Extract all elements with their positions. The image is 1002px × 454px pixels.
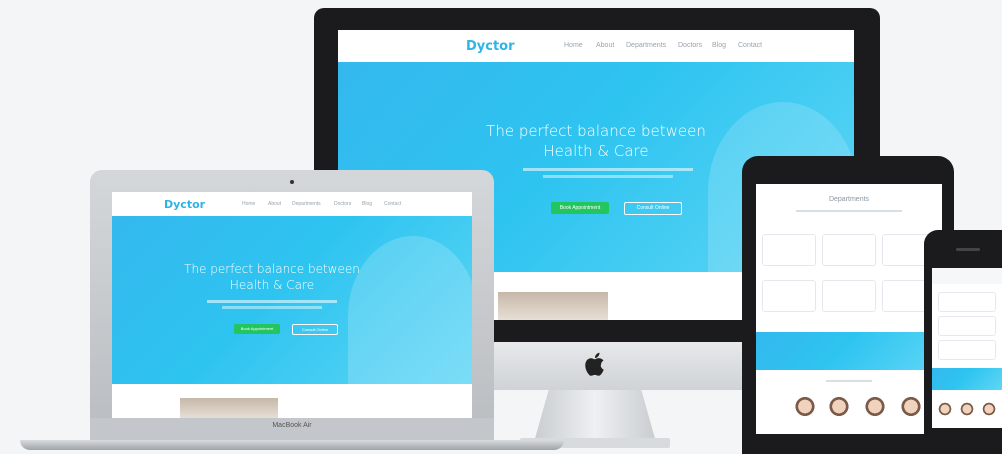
laptop-hero-title-line2: Health & Care [229, 278, 315, 292]
phone-doctor-avatar-1[interactable] [938, 402, 952, 422]
phone-banner [932, 368, 1002, 390]
dept-card-2[interactable] [822, 234, 876, 266]
doctor-avatar-3[interactable] [864, 396, 886, 426]
tablet-section-title: Departments [828, 196, 870, 203]
laptop-book-appointment-button[interactable]: Book Appointment [234, 324, 280, 334]
laptop-model-label: MacBook Air [272, 422, 312, 429]
tablet-banner [756, 332, 942, 370]
laptop-camera [290, 180, 294, 184]
tablet-subtitle-line [796, 210, 902, 212]
laptop-site-logo[interactable]: Dyctor [164, 198, 205, 211]
laptop-consult-online-button[interactable]: Consult Online [292, 324, 338, 335]
laptop-hero-subtext [207, 300, 337, 303]
laptop-hero-title-line1: The perfect balance between [184, 262, 360, 276]
laptop-nav-about[interactable]: About [268, 201, 281, 207]
phone-screen [932, 268, 1002, 428]
laptop-hero-doctor-image [348, 236, 472, 384]
nav-contact[interactable]: Contact [738, 42, 762, 49]
dept-card-4[interactable] [762, 280, 816, 312]
laptop-base [20, 440, 564, 450]
phone-card-2[interactable] [938, 316, 996, 336]
laptop-nav-home[interactable]: Home [242, 201, 255, 207]
tablet-screen: Departments [756, 184, 942, 434]
laptop-nav-doctors[interactable]: Doctors [334, 201, 351, 207]
laptop-screen: Dyctor Home About Departments Doctors Bl… [112, 192, 472, 418]
phone-doctor-avatar-2[interactable] [960, 402, 974, 422]
apple-logo-icon [584, 350, 608, 378]
laptop-nav-contact[interactable]: Contact [384, 201, 401, 207]
site-logo[interactable]: Dyctor [466, 39, 515, 54]
phone-header [932, 268, 1002, 284]
laptop-hero: The perfect balance between Health & Car… [112, 216, 472, 384]
nav-home[interactable]: Home [564, 42, 583, 49]
dept-card-1[interactable] [762, 234, 816, 266]
phone-doctor-avatar-3[interactable] [982, 402, 996, 422]
phone-card-1[interactable] [938, 292, 996, 312]
tablet-doctors-heading-line [826, 380, 872, 382]
laptop-header: Dyctor Home About Departments Doctors Bl… [112, 192, 472, 216]
monitor-stand [534, 390, 656, 442]
monitor-header: Dyctor Home About Departments Doctors Bl… [338, 30, 854, 62]
doctor-avatar-2[interactable] [828, 396, 850, 426]
laptop-nav-blog[interactable]: Blog [362, 201, 372, 207]
nav-about[interactable]: About [596, 42, 614, 49]
phone-speaker [956, 248, 980, 251]
laptop-section-image [180, 398, 278, 418]
phone-card-3[interactable] [938, 340, 996, 360]
dept-card-5[interactable] [822, 280, 876, 312]
doctor-avatar-4[interactable] [900, 396, 922, 426]
book-appointment-button[interactable]: Book Appointment [551, 202, 609, 214]
hero-subtext-2 [543, 175, 673, 178]
doctor-avatar-1[interactable] [794, 396, 816, 426]
consult-online-button[interactable]: Consult Online [624, 202, 682, 215]
monitor-section-image [498, 292, 608, 320]
nav-blog[interactable]: Blog [712, 42, 726, 49]
laptop-hero-subtext-2 [222, 306, 322, 309]
nav-departments[interactable]: Departments [626, 42, 666, 49]
nav-doctors[interactable]: Doctors [678, 42, 702, 49]
laptop-nav-departments[interactable]: Departments [292, 201, 321, 207]
hero-title-line1: The perfect balance between [486, 122, 706, 140]
hero-subtext [523, 168, 693, 171]
